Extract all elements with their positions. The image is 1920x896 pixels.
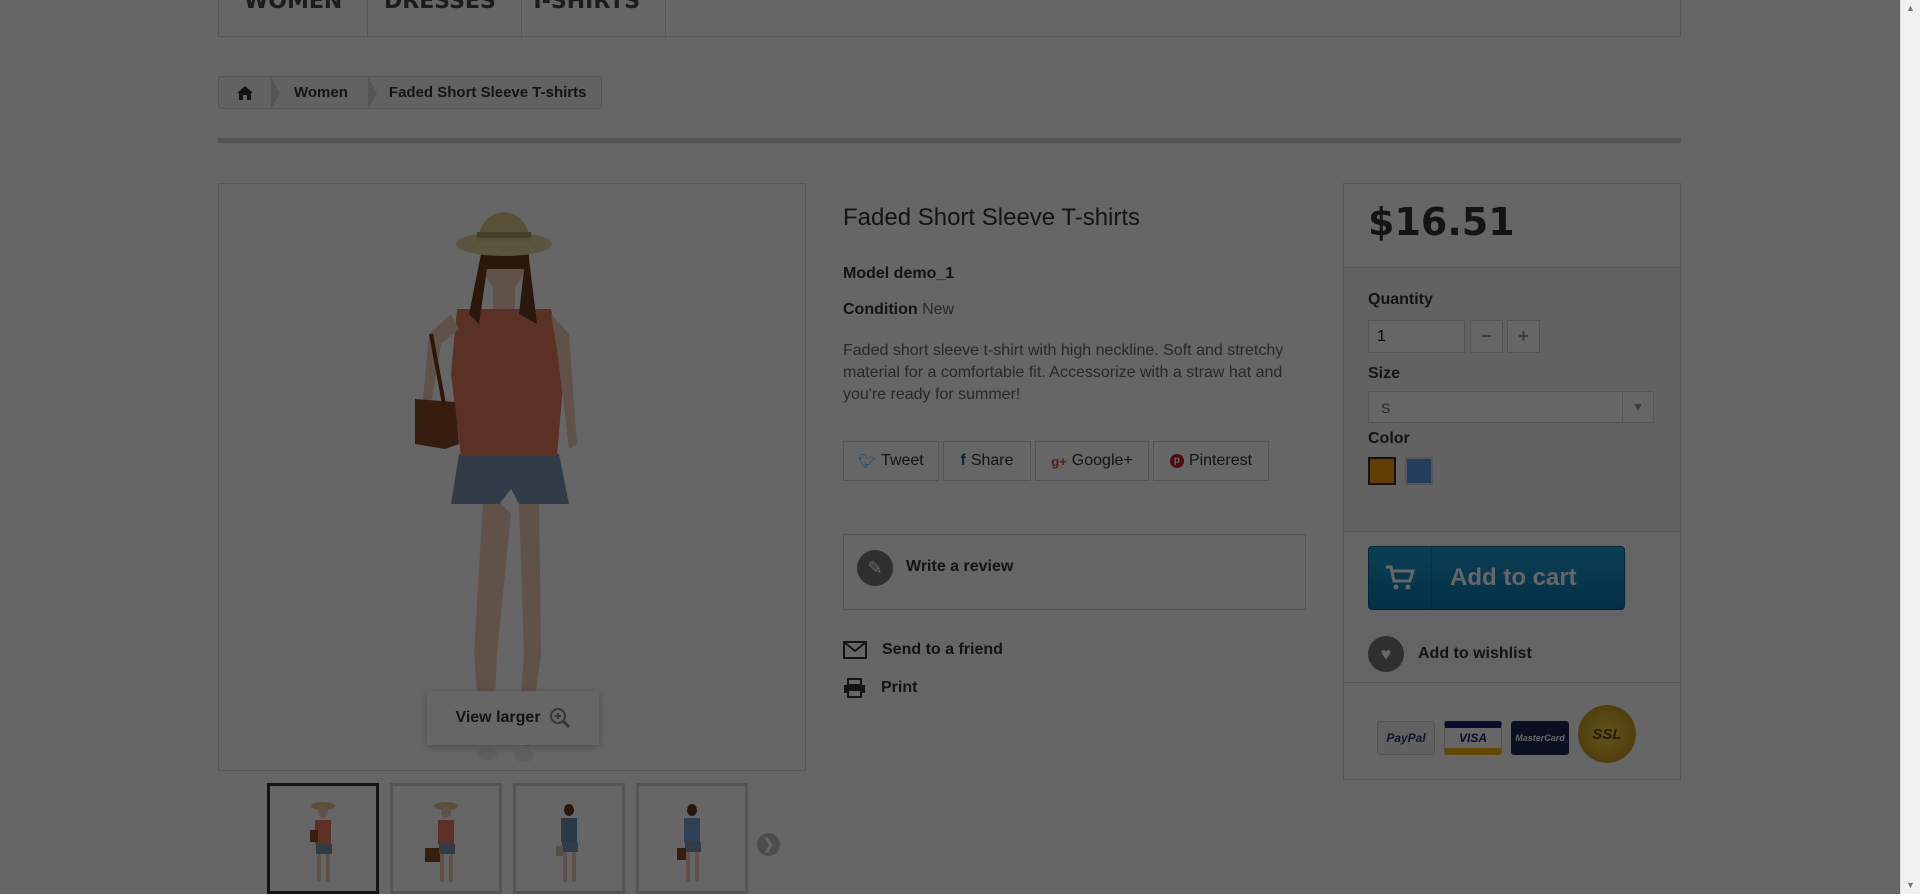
add-to-wishlist-button[interactable]: ♥ Add to wishlist: [1368, 636, 1532, 672]
tweet-label: Tweet: [881, 452, 924, 469]
print-label: Print: [881, 679, 918, 696]
breadcrumb-home[interactable]: [219, 77, 271, 108]
product-condition: Condition New: [843, 301, 954, 319]
print-link[interactable]: Print: [843, 678, 917, 698]
heart-icon: ♥: [1368, 636, 1404, 672]
add-to-wishlist-label: Add to wishlist: [1418, 645, 1532, 662]
product-description: Faded short sleeve t-shirt with high nec…: [843, 342, 1284, 403]
pinterest-button[interactable]: p Pinterest: [1153, 441, 1269, 481]
thumbnail-photo: [425, 802, 458, 882]
add-to-cart-label: Add to cart: [1450, 564, 1577, 591]
top-menu: WOMEN DRESSES T-SHIRTS: [218, 0, 1681, 37]
model-value: demo_1: [893, 265, 955, 282]
thumbnail-3[interactable]: [513, 783, 625, 894]
cart-icon: [1369, 547, 1432, 609]
send-to-friend-label: Send to a friend: [882, 641, 1003, 658]
thumbnail-1[interactable]: [267, 783, 379, 894]
menu-item-dresses[interactable]: DRESSES: [359, 0, 522, 36]
chevron-down-icon: ▼: [1622, 392, 1653, 422]
product-page: WOMEN DRESSES T-SHIRTS Women Faded Short…: [0, 0, 1900, 894]
product-model: Model demo_1: [843, 265, 954, 283]
section-divider: [218, 138, 1681, 143]
mastercard-logo: MasterCard: [1511, 721, 1569, 755]
googleplus-button[interactable]: g+ Google+: [1035, 441, 1149, 481]
home-icon: [237, 85, 253, 100]
condition-label: Condition: [843, 301, 918, 318]
size-select[interactable]: S ▼: [1368, 391, 1654, 423]
model-photo: [415, 212, 577, 762]
menu-item-tshirts[interactable]: T-SHIRTS: [505, 0, 667, 36]
color-label: Color: [1368, 430, 1410, 447]
menu-item-women[interactable]: WOMEN: [219, 0, 369, 36]
price-row: $16.51: [1344, 184, 1680, 268]
ssl-seal: SSL: [1578, 705, 1636, 763]
visa-logo: VISA: [1444, 721, 1502, 755]
breadcrumb: Women Faded Short Sleeve T-shirts: [218, 76, 603, 109]
scroll-down-icon[interactable]: ▼: [1901, 877, 1920, 894]
color-swatch-blue[interactable]: [1405, 457, 1433, 485]
cart-row: Add to cart ♥ Add to wishlist: [1344, 532, 1680, 683]
chevron-right-icon: ❯: [762, 836, 775, 853]
product-price: $16.51: [1368, 200, 1515, 244]
quantity-decrease-button[interactable]: −: [1470, 320, 1503, 353]
twitter-icon: 🐦︎: [858, 452, 877, 469]
tweet-button[interactable]: 🐦︎ Tweet: [843, 441, 939, 481]
buy-box: $16.51 Quantity − + Size S ▼ Color Add t…: [1343, 183, 1681, 780]
share-label: Share: [970, 452, 1014, 469]
thumbnail-2[interactable]: [390, 783, 502, 894]
thumbnail-4[interactable]: [636, 783, 748, 894]
facebook-share-button[interactable]: f Share: [943, 441, 1031, 481]
thumbnail-next-button[interactable]: ❯: [757, 833, 780, 856]
thumbnail-photo: [677, 804, 701, 882]
quantity-input[interactable]: [1368, 320, 1465, 353]
page-scrollbar[interactable]: ▲ ▼: [1900, 0, 1920, 894]
pinterest-label: Pinterest: [1188, 452, 1253, 469]
thumbnail-photo: [310, 802, 335, 882]
condition-value: New: [922, 301, 955, 318]
view-larger-label: View larger: [455, 709, 541, 726]
envelope-icon: [843, 641, 867, 659]
size-value: S: [1381, 400, 1391, 416]
scroll-up-icon[interactable]: ▲: [1901, 0, 1920, 17]
thumbnail-photo: [556, 804, 578, 882]
breadcrumb-women[interactable]: Women: [280, 84, 368, 101]
write-review-box[interactable]: ✎ Write a review: [843, 534, 1306, 610]
breadcrumb-separator: [367, 76, 377, 109]
zoom-in-icon: [549, 708, 570, 729]
breadcrumb-separator: [271, 76, 280, 109]
pencil-icon: ✎: [857, 550, 893, 586]
pinterest-icon: p: [1169, 454, 1184, 468]
quantity-label: Quantity: [1368, 291, 1433, 308]
color-swatch-orange[interactable]: [1368, 457, 1396, 485]
printer-icon: [844, 678, 865, 698]
send-to-friend-link[interactable]: Send to a friend: [843, 641, 1003, 659]
view-larger-button[interactable]: View larger: [427, 691, 599, 745]
minus-icon: −: [1481, 326, 1492, 346]
product-title: Faded Short Sleeve T-shirts: [843, 204, 1141, 231]
product-image[interactable]: View larger: [218, 183, 806, 771]
plus-icon: +: [1518, 326, 1529, 346]
googleplus-icon: g+: [1051, 453, 1067, 469]
quantity-increase-button[interactable]: +: [1507, 320, 1540, 353]
size-label: Size: [1368, 365, 1401, 382]
add-to-cart-button[interactable]: Add to cart: [1368, 546, 1625, 610]
googleplus-label: Google+: [1071, 452, 1133, 469]
paypal-logo: PayPal: [1377, 721, 1435, 755]
write-review-label: Write a review: [906, 558, 1014, 575]
breadcrumb-current: Faded Short Sleeve T-shirts: [388, 84, 587, 101]
payment-logos: PayPal VISA MasterCard SSL: [1344, 683, 1680, 779]
model-label: Model: [843, 265, 890, 282]
facebook-icon: f: [960, 452, 966, 469]
